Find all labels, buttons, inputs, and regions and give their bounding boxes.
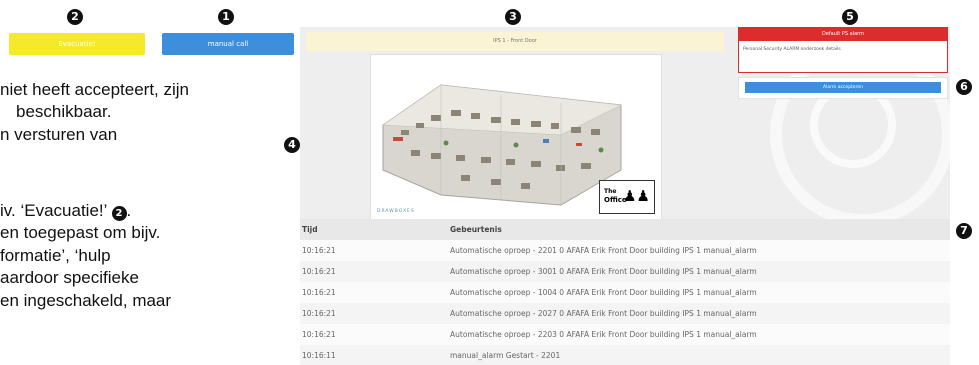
body-line: beschikbaar. — [16, 102, 112, 121]
body-line: formatie’, ‘hulp — [0, 246, 111, 265]
body-line: en ingeschakeld, maar — [0, 291, 172, 310]
cell-event: Automatische oproep - 1004 0 AFAFA Erik … — [450, 288, 757, 297]
body-line: en toegepast om bijv. — [0, 223, 161, 242]
people-icon: ♟♟ — [623, 187, 650, 205]
table-row[interactable]: 10:16:21 Automatische oproep - 1004 0 AF… — [300, 282, 950, 303]
accept-alarm-button[interactable]: Alarm accepteren — [745, 82, 941, 93]
marker-5: 5 — [842, 9, 858, 25]
cell-event: Automatische oproep - 2203 0 AFAFA Erik … — [450, 330, 757, 339]
zone-label: IPS 1 - Front Door — [306, 32, 724, 51]
cell-time: 10:16:21 — [302, 309, 336, 318]
cell-event: manual_alarm Gestart - 2201 — [450, 351, 561, 360]
cell-time: 10:16:21 — [302, 246, 336, 255]
brand-label: DRAWBOXES — [377, 209, 415, 214]
marker-3: 3 — [505, 9, 521, 25]
evacuatie-button[interactable]: Evacuatie! — [9, 33, 145, 55]
marker-6: 6 — [956, 79, 972, 95]
body-line: n versturen van — [0, 125, 118, 144]
cell-event: Automatische oproep - 2027 0 AFAFA Erik … — [450, 309, 757, 318]
marker-7: 7 — [956, 223, 972, 239]
alarm-panel: Default PS alarm Personal Security ALARM… — [738, 27, 948, 73]
office-logo: The Office ♟♟ — [599, 180, 655, 214]
alarm-detail: Personal Security ALARM onderzoek detail… — [743, 47, 841, 52]
cell-event: Automatische oproep - 3001 0 AFAFA Erik … — [450, 267, 757, 276]
map-area: IPS 1 - Front Door DRAWBOXES The Office … — [300, 27, 950, 226]
table-row[interactable]: 10:16:21 Automatische oproep - 2203 0 AF… — [300, 324, 950, 345]
table-row[interactable]: 10:16:21 Automatische oproep - 2201 0 AF… — [300, 240, 950, 261]
cell-time: 10:16:21 — [302, 330, 336, 339]
alarm-title: Default PS alarm — [739, 28, 947, 41]
cell-event: Automatische oproep - 2201 0 AFAFA Erik … — [450, 246, 757, 255]
body-line: iv. ‘Evacuatie!’ 2. — [0, 201, 132, 221]
floor-plan[interactable]: DRAWBOXES The Office ♟♟ — [370, 54, 662, 221]
marker-2: 2 — [67, 9, 83, 25]
table-row[interactable]: 10:16:21 Automatische oproep - 2027 0 AF… — [300, 303, 950, 324]
body-line: aardoor specifieke — [0, 268, 139, 287]
table-row[interactable]: 10:16:21 Automatische oproep - 3001 0 AF… — [300, 261, 950, 282]
event-log-table: Tijd Gebeurtenis 10:16:21 Automatische o… — [300, 219, 950, 365]
cell-time: 10:16:11 — [302, 351, 336, 360]
marker-1: 1 — [218, 9, 234, 25]
cell-time: 10:16:21 — [302, 288, 336, 297]
office-logo-text-1: The — [604, 188, 617, 195]
column-header-time: Tijd — [302, 225, 318, 234]
app-screenshot: IPS 1 - Front Door DRAWBOXES The Office … — [300, 27, 950, 365]
table-header-row: Tijd Gebeurtenis — [300, 219, 950, 240]
accept-panel: Alarm accepteren — [738, 77, 948, 99]
column-header-event: Gebeurtenis — [450, 225, 502, 234]
manual-call-button[interactable]: manual call — [162, 33, 294, 55]
cell-time: 10:16:21 — [302, 267, 336, 276]
body-line: niet heeft accepteert, zijn — [0, 80, 190, 99]
table-row[interactable]: 10:16:11 manual_alarm Gestart - 2201 — [300, 345, 950, 365]
marker-2-inline: 2 — [111, 206, 127, 221]
